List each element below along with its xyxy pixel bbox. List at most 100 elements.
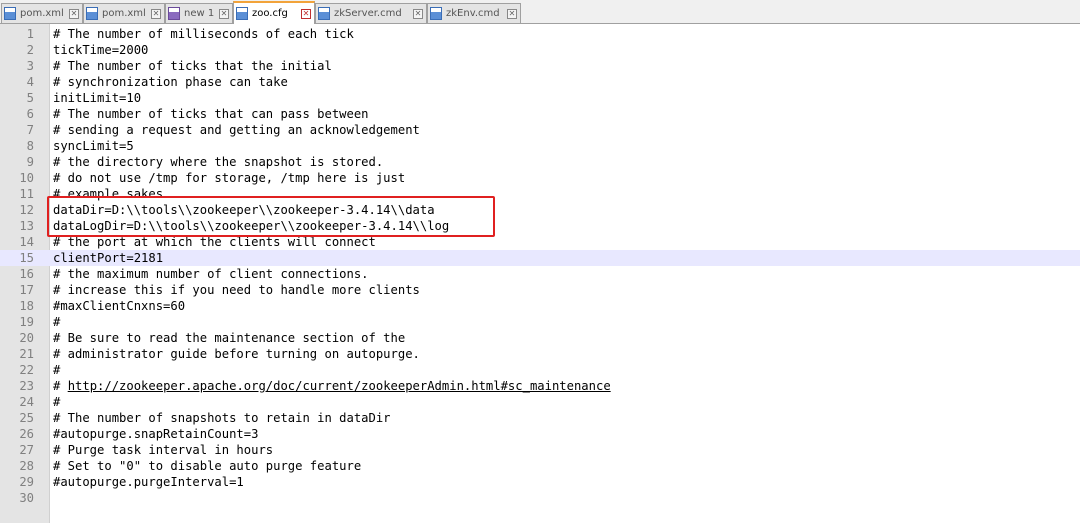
line-text: # The number of ticks that the initial xyxy=(53,59,332,73)
file-icon xyxy=(4,7,16,20)
line-number: 21 xyxy=(19,347,34,361)
line-text: # Set to "0" to disable auto purge featu… xyxy=(53,459,362,473)
line-number: 4 xyxy=(26,75,34,89)
code-line[interactable]: 23 # http://zookeeper.apache.org/doc/curr… xyxy=(0,378,1080,394)
code-line[interactable]: 22 # xyxy=(0,362,1080,378)
line-text: initLimit=10 xyxy=(53,91,142,105)
line-text: # http://zookeeper.apache.org/doc/curren… xyxy=(53,379,611,393)
line-number: 7 xyxy=(26,123,34,137)
line-text: # the maximum number of client connectio… xyxy=(53,267,369,281)
line-text: syncLimit=5 xyxy=(53,139,134,153)
code-line[interactable]: 25 # The number of snapshots to retain in… xyxy=(0,410,1080,426)
line-text: #maxClientCnxns=60 xyxy=(53,299,186,313)
line-text: # Be sure to read the maintenance sectio… xyxy=(53,331,406,345)
tab-zkserver-cmd[interactable]: zkServer.cmd ✕ xyxy=(315,3,427,23)
code-line[interactable]: 3 # The number of ticks that the initial xyxy=(0,58,1080,74)
tab-pom-xml-1[interactable]: pom.xml ✕ xyxy=(1,3,83,23)
file-icon xyxy=(86,7,98,20)
code-line[interactable]: 10 # do not use /tmp for storage, /tmp he… xyxy=(0,170,1080,186)
file-icon xyxy=(430,7,442,20)
code-line[interactable]: 9 # the directory where the snapshot is s… xyxy=(0,154,1080,170)
line-number: 22 xyxy=(19,363,34,377)
line-text: clientPort=2181 xyxy=(53,251,164,265)
line-text: # sending a request and getting an ackno… xyxy=(53,123,420,137)
line-text: # xyxy=(53,315,61,329)
line-number: 28 xyxy=(19,459,34,473)
tab-label: zoo.cfg xyxy=(252,8,288,19)
line-number: 16 xyxy=(19,267,34,281)
code-line[interactable]: 18 #maxClientCnxns=60 xyxy=(0,298,1080,314)
code-line[interactable]: 15 clientPort=2181 xyxy=(0,250,1080,266)
code-line[interactable]: 19 # xyxy=(0,314,1080,330)
tab-bar: pom.xml ✕ pom.xml ✕ new 1 ✕ zoo.cfg ✕ zk… xyxy=(0,0,1080,24)
tab-new-1[interactable]: new 1 ✕ xyxy=(165,3,233,23)
line-text: # The number of milliseconds of each tic… xyxy=(53,27,354,41)
code-line[interactable]: 20 # Be sure to read the maintenance sect… xyxy=(0,330,1080,346)
close-icon[interactable]: ✕ xyxy=(151,8,161,19)
line-number: 20 xyxy=(19,331,34,345)
code-line[interactable]: 1 # The number of milliseconds of each ti… xyxy=(0,26,1080,42)
annotation-highlight-box xyxy=(47,196,495,237)
line-number: 27 xyxy=(19,443,34,457)
line-number: 8 xyxy=(26,139,34,153)
tab-label: pom.xml xyxy=(102,8,146,19)
code-line[interactable]: 24 # xyxy=(0,394,1080,410)
code-line[interactable]: 28 # Set to "0" to disable auto purge fea… xyxy=(0,458,1080,474)
line-number: 19 xyxy=(19,315,34,329)
code-line[interactable]: 2 tickTime=2000 xyxy=(0,42,1080,58)
tab-label: pom.xml xyxy=(20,8,64,19)
file-icon xyxy=(318,7,330,20)
line-number: 26 xyxy=(19,427,34,441)
code-line[interactable]: 8 syncLimit=5 xyxy=(0,138,1080,154)
line-number: 24 xyxy=(19,395,34,409)
line-number: 5 xyxy=(26,91,34,105)
line-text: # synchronization phase can take xyxy=(53,75,288,89)
close-icon[interactable]: ✕ xyxy=(507,8,517,19)
tab-pom-xml-2[interactable]: pom.xml ✕ xyxy=(83,3,165,23)
line-number: 3 xyxy=(26,59,34,73)
code-line[interactable]: 26 #autopurge.snapRetainCount=3 xyxy=(0,426,1080,442)
line-number: 18 xyxy=(19,299,34,313)
code-line[interactable]: 16 # the maximum number of client connect… xyxy=(0,266,1080,282)
line-text: # do not use /tmp for storage, /tmp here… xyxy=(53,171,406,185)
code-line[interactable]: 21 # administrator guide before turning o… xyxy=(0,346,1080,362)
line-text: # Purge task interval in hours xyxy=(53,443,274,457)
tab-label: zkServer.cmd xyxy=(334,8,402,19)
line-number: 25 xyxy=(19,411,34,425)
line-number: 29 xyxy=(19,475,34,489)
line-text: # xyxy=(53,363,61,377)
close-icon[interactable]: ✕ xyxy=(301,8,311,19)
tab-zkenv-cmd[interactable]: zkEnv.cmd ✕ xyxy=(427,3,521,23)
line-text: #autopurge.snapRetainCount=3 xyxy=(53,427,259,441)
line-number: 9 xyxy=(26,155,34,169)
code-line[interactable]: 6 # The number of ticks that can pass bet… xyxy=(0,106,1080,122)
code-line[interactable]: 17 # increase this if you need to handle … xyxy=(0,282,1080,298)
tab-zoo-cfg[interactable]: zoo.cfg ✕ xyxy=(233,1,315,24)
line-number: 23 xyxy=(19,379,34,393)
code-line[interactable]: 29 #autopurge.purgeInterval=1 xyxy=(0,474,1080,490)
code-line[interactable]: 5 initLimit=10 xyxy=(0,90,1080,106)
tab-label: new 1 xyxy=(184,8,215,19)
line-text: #autopurge.purgeInterval=1 xyxy=(53,475,244,489)
file-icon xyxy=(236,7,248,20)
close-icon[interactable]: ✕ xyxy=(413,8,423,19)
close-icon[interactable]: ✕ xyxy=(219,8,229,19)
editor-text-area[interactable]: 1 # The number of milliseconds of each ti… xyxy=(0,26,1080,506)
code-line[interactable]: 30 xyxy=(0,490,1080,506)
line-text: # the directory where the snapshot is st… xyxy=(53,155,384,169)
code-line[interactable]: 4 # synchronization phase can take xyxy=(0,74,1080,90)
line-text: # The number of snapshots to retain in d… xyxy=(53,411,391,425)
line-number: 17 xyxy=(19,283,34,297)
line-number: 2 xyxy=(26,43,34,57)
code-line[interactable]: 7 # sending a request and getting an ackn… xyxy=(0,122,1080,138)
line-text: # xyxy=(53,395,61,409)
line-number: 13 xyxy=(19,219,34,233)
code-line[interactable]: 27 # Purge task interval in hours xyxy=(0,442,1080,458)
url-link[interactable]: http://zookeeper.apache.org/doc/current/… xyxy=(68,379,611,393)
line-text: # The number of ticks that can pass betw… xyxy=(53,107,369,121)
close-icon[interactable]: ✕ xyxy=(69,8,79,19)
line-number: 12 xyxy=(19,203,34,217)
line-text: # administrator guide before turning on … xyxy=(53,347,420,361)
line-number: 14 xyxy=(19,235,34,249)
line-number: 1 xyxy=(26,27,34,41)
